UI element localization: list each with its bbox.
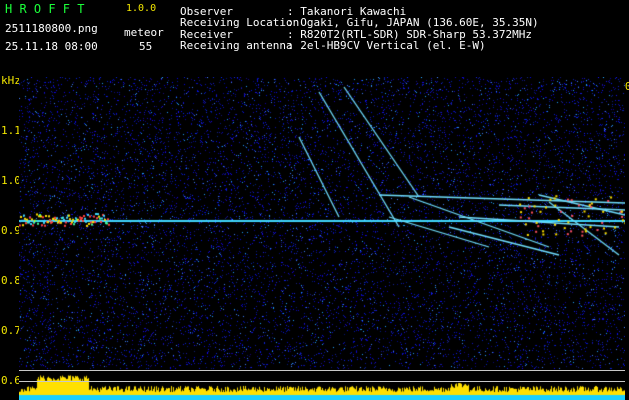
graph-top-line xyxy=(19,370,625,371)
meteor-count: 55 xyxy=(139,40,153,53)
y-tick-label: 1.1 xyxy=(1,124,21,137)
location-value: : Ogaki, Gifu, JAPAN (136.60E, 35.35N) xyxy=(287,16,539,29)
location-label: Receiving Location xyxy=(180,16,300,29)
antenna-label: Receiving antenna xyxy=(180,39,293,52)
app-title: H R O F F T xyxy=(5,2,85,16)
y-tick-label: 1.0 xyxy=(1,174,21,187)
y-tick-label: 0.6 xyxy=(1,374,21,387)
file-datetime: 25.11.18 08:00 xyxy=(5,40,98,53)
file-name: 2511180800.png xyxy=(5,22,98,35)
spectrogram-canvas xyxy=(19,77,625,400)
antenna-value: : 2el-HB9CV Vertical (el. E-W) xyxy=(287,39,486,52)
y-tick-label: 0.7 xyxy=(1,324,21,337)
hrofft-window: H R O F F T 1.0.0 2511180800.png 25.11.1… xyxy=(0,0,629,400)
app-version: 1.0.0 xyxy=(126,3,157,14)
y-tick-label: 0.9 xyxy=(1,224,21,237)
axis-unit: kHz xyxy=(1,74,21,87)
y-tick-label: 0.8 xyxy=(1,274,21,287)
meteor-label: meteor xyxy=(124,26,164,39)
graph-mid-line xyxy=(19,381,625,382)
